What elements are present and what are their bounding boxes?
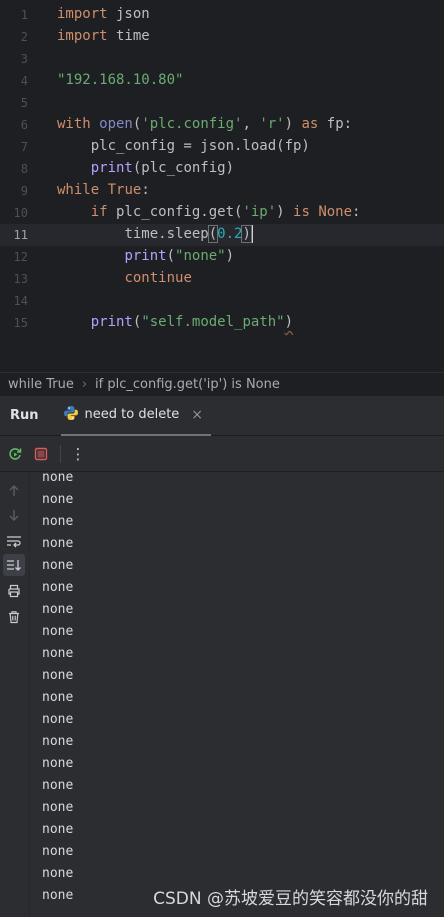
code-line-11[interactable]: time.sleep(0.2)	[57, 223, 254, 245]
run-panel-header: Run need to delete ×	[0, 396, 444, 436]
line-number: 15	[13, 316, 28, 330]
line-number: 1	[20, 8, 28, 22]
rerun-button[interactable]	[4, 443, 26, 465]
python-icon	[63, 405, 79, 425]
line-number: 12	[13, 250, 28, 264]
console-line: none	[42, 668, 74, 683]
line-number: 13	[13, 272, 28, 286]
run-tab-label: need to delete	[84, 407, 180, 422]
line-number: 7	[20, 140, 28, 154]
console-line: none	[42, 756, 74, 771]
run-panel: Run need to delete × ⋮ none none none no…	[0, 396, 444, 917]
code-line-10[interactable]: if plc_config.get('ip') is None:	[57, 201, 361, 223]
console-line: none	[42, 624, 74, 639]
console-line: none	[42, 690, 74, 705]
print-button[interactable]	[3, 580, 25, 602]
code-line-6[interactable]: with open('plc.config', 'r') as fp:	[57, 113, 352, 135]
watermark: CSDN @苏坡爱豆的笑容都没你的甜	[153, 889, 428, 909]
stop-button[interactable]	[30, 443, 52, 465]
scroll-up-button[interactable]	[3, 480, 25, 502]
close-icon[interactable]: ×	[191, 407, 203, 423]
breadcrumb-separator: ›	[81, 377, 88, 392]
printer-icon	[8, 584, 20, 598]
code-line-12[interactable]: print("none")	[57, 245, 234, 267]
console-line: none	[42, 492, 74, 507]
console-line: none	[42, 646, 74, 661]
line-number: 9	[20, 184, 28, 198]
console-line: none	[42, 472, 74, 485]
console-line: none	[42, 866, 74, 881]
code-line-2[interactable]: import time	[57, 25, 150, 47]
line-number: 5	[20, 96, 28, 110]
code-editor[interactable]: 1 2 3 4 5 6 7 8 9 10 11 12 13 14 15 impo…	[0, 0, 444, 372]
text-caret	[251, 225, 254, 243]
code-line-7[interactable]: plc_config = json.load(fp)	[57, 135, 310, 157]
line-number: 2	[20, 30, 28, 44]
console-line: none	[42, 800, 74, 815]
line-number-gutter: 1 2 3 4 5 6 7 8 9 10 11 12 13 14 15	[0, 0, 50, 372]
console-line: none	[42, 778, 74, 793]
console-output[interactable]: none none none none none none none none …	[42, 472, 442, 917]
code-line-1[interactable]: import json	[57, 3, 150, 25]
code-line-8[interactable]: print(plc_config)	[57, 157, 234, 179]
console-line: none	[42, 844, 74, 859]
console-line: none	[42, 580, 74, 595]
run-toolbar: ⋮	[0, 436, 444, 472]
line-number: 3	[20, 52, 28, 66]
line-number-current: 11	[13, 228, 28, 242]
arrow-down-icon	[9, 510, 19, 521]
run-tab-need-to-delete[interactable]: need to delete ×	[60, 396, 212, 436]
code-line-13[interactable]: continue	[57, 267, 191, 289]
more-options-button[interactable]: ⋮	[67, 443, 89, 465]
soft-wrap-icon	[7, 536, 21, 548]
trash-icon	[9, 611, 19, 624]
breadcrumb-item-if[interactable]: if plc_config.get('ip') is None	[95, 377, 280, 392]
line-number: 14	[13, 294, 28, 308]
console-line: none	[42, 712, 74, 727]
clear-console-button[interactable]	[3, 606, 25, 628]
code-line-15[interactable]: print("self.model_path")	[57, 311, 293, 333]
rerun-icon	[9, 447, 22, 460]
console-line: none	[42, 822, 74, 837]
code-line-4[interactable]: "192.168.10.80"	[57, 69, 183, 91]
arrow-up-icon	[9, 485, 19, 496]
more-vertical-icon: ⋮	[70, 444, 86, 463]
scroll-to-end-button[interactable]	[3, 554, 25, 576]
scroll-down-button[interactable]	[3, 504, 25, 526]
breadcrumb: while True › if plc_config.get('ip') is …	[0, 372, 444, 396]
toolbar-divider	[60, 444, 61, 463]
console-line: none	[42, 514, 74, 529]
line-number: 4	[20, 74, 28, 88]
console-line: none	[42, 558, 74, 573]
stop-icon	[34, 447, 48, 460]
breadcrumb-item-while[interactable]: while True	[8, 377, 74, 392]
console-line: none	[42, 888, 74, 903]
line-number: 6	[20, 118, 28, 132]
run-panel-title: Run	[10, 408, 39, 423]
console-line: none	[42, 536, 74, 551]
code-line-9[interactable]: while True:	[57, 179, 150, 201]
soft-wrap-button[interactable]	[3, 530, 25, 552]
line-number: 10	[13, 206, 28, 220]
console-line: none	[42, 734, 74, 749]
console-side-toolbar	[0, 472, 30, 917]
scroll-to-end-icon	[7, 560, 21, 571]
line-number: 8	[20, 162, 28, 176]
console-line: none	[42, 602, 74, 617]
